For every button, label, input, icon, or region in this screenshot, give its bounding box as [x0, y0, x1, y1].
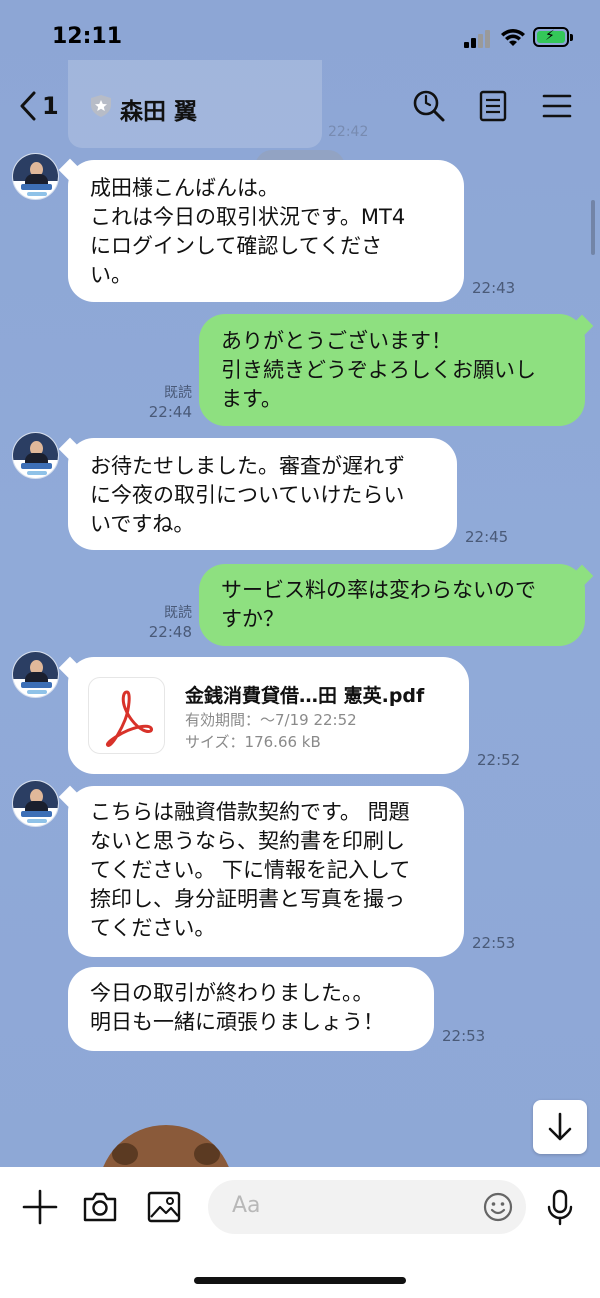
message-line: こちらは融資借款契約です。 問題 — [90, 800, 410, 824]
message-line: ます。 — [221, 387, 282, 411]
message-line: にログインして確認してくださ — [90, 234, 383, 258]
message-line: 明日も一緒に頑張りましょう！ — [90, 1010, 384, 1034]
message-line: 今日の取引が終わりました。。 — [90, 981, 374, 1005]
unread-count: 1 — [42, 92, 59, 120]
cellular-signal-icon — [464, 30, 492, 48]
message-line: ありがとうございます！ — [221, 329, 452, 353]
read-receipt: 既読 22:44 — [148, 385, 192, 421]
message-time: 22:52 — [477, 751, 521, 769]
wifi-icon — [501, 29, 525, 46]
status-time: 12:11 — [52, 24, 123, 49]
message-time: 22:45 — [465, 528, 509, 546]
plus-icon[interactable] — [20, 1187, 60, 1227]
arrow-down-icon — [548, 1112, 572, 1141]
image-icon[interactable] — [144, 1187, 184, 1227]
input-bar: Aa — [0, 1167, 600, 1298]
message-line: これは今日の取引状況です。MT4 — [90, 205, 406, 229]
message-line: 成田様こんばんは。 — [90, 176, 279, 200]
chat-title: 森田 翼 — [120, 99, 198, 125]
avatar[interactable] — [12, 432, 59, 479]
message-time: 22:53 — [442, 1027, 486, 1045]
file-name: 金銭消費貸借…田 憲英.pdf — [185, 685, 425, 707]
file-attachment-bubble[interactable]: 金銭消費貸借…田 憲英.pdf 有効期間：〜7/19 22:52 サイズ：176… — [68, 657, 469, 774]
message-time: 22:43 — [472, 279, 516, 297]
chat-header: 1 森田 翼 — [0, 76, 600, 138]
message-bubble-incoming[interactable]: 今日の取引が終わりました。。 明日も一緒に頑張りましょう！ — [68, 967, 434, 1051]
message-bubble-outgoing[interactable]: ありがとうございます！ 引き続きどうぞよろしくお願いし ます。 — [199, 314, 585, 426]
message-input[interactable]: Aa — [208, 1180, 526, 1234]
message-line: サービス料の率は変わらないので — [221, 578, 536, 602]
message-line: いですね。 — [90, 512, 195, 536]
scroll-to-bottom-button[interactable] — [533, 1100, 587, 1154]
avatar[interactable] — [12, 780, 59, 827]
camera-icon[interactable] — [80, 1187, 120, 1227]
emoji-icon[interactable] — [482, 1191, 514, 1223]
notes-icon[interactable] — [475, 88, 511, 124]
message-bubble-incoming[interactable]: こちらは融資借款契約です。 問題 ないと思うなら、契約書を印刷し てください。 … — [68, 786, 464, 957]
message-line: 引き続きどうぞよろしくお願いし — [221, 358, 536, 382]
battery-icon: ⚡ — [533, 27, 573, 47]
message-line: てください。 下に情報を記入して — [90, 858, 411, 882]
microphone-icon[interactable] — [540, 1187, 580, 1227]
message-bubble-incoming[interactable]: お待たせしました。審査が遅れず に今夜の取引についていけたらい いですね。 — [68, 438, 457, 550]
message-line: お待たせしました。審査が遅れず — [90, 454, 405, 478]
message-input-placeholder: Aa — [232, 1193, 261, 1218]
pdf-file-icon — [88, 677, 165, 754]
menu-icon[interactable] — [539, 88, 575, 124]
avatar[interactable] — [12, 153, 59, 200]
message-bubble-incoming[interactable]: 成田様こんばんは。 これは今日の取引状況です。MT4 にログインして確認してくだ… — [68, 160, 464, 302]
message-line: ないと思うなら、契約書を印刷し — [90, 829, 405, 853]
home-indicator — [194, 1277, 406, 1284]
avatar[interactable] — [12, 651, 59, 698]
shield-star-icon — [91, 95, 111, 117]
message-line: 捺印し、身分証明書と写真を撮っ — [90, 887, 405, 911]
chevron-left-icon — [20, 91, 36, 121]
message-line: い。 — [90, 263, 132, 287]
back-button[interactable]: 1 — [18, 86, 59, 126]
read-receipt: 既読 22:48 — [148, 605, 192, 641]
message-line: てください。 — [90, 916, 216, 940]
file-size: サイズ：176.66 kB — [185, 733, 321, 751]
chat-screen: 12:11 ⚡ 22:42 1 森田 翼 成田様こんばんは。 これは今日の取引状… — [0, 0, 600, 1298]
search-icon[interactable] — [411, 88, 447, 124]
scrollbar[interactable] — [591, 200, 595, 255]
message-bubble-outgoing[interactable]: サービス料の率は変わらないので すか？ — [199, 564, 585, 646]
message-line: に今夜の取引についていけたらい — [90, 483, 405, 507]
message-line: すか？ — [221, 607, 284, 631]
message-time: 22:53 — [472, 934, 516, 952]
file-expiry: 有効期間：〜7/19 22:52 — [185, 711, 357, 729]
